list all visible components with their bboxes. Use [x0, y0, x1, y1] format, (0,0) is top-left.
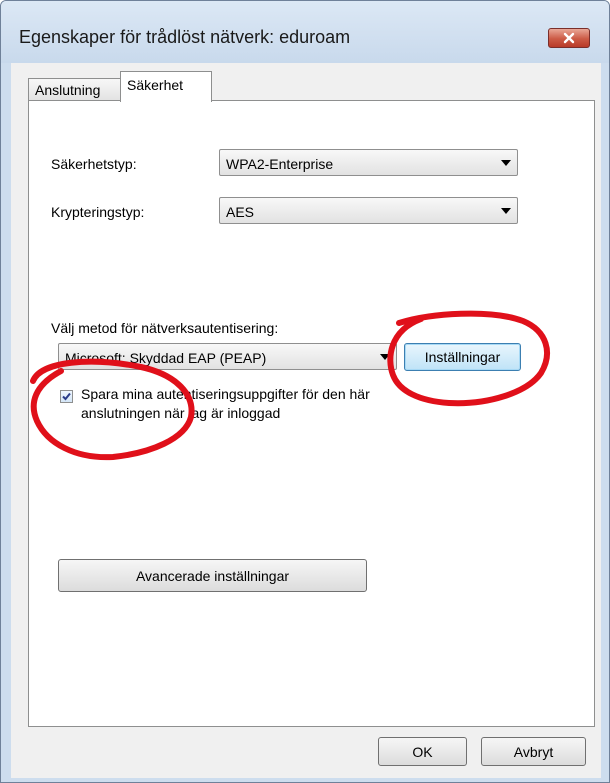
- ok-button[interactable]: OK: [378, 737, 467, 766]
- chevron-down-icon: [501, 160, 511, 166]
- security-type-label: Säkerhetstyp:: [51, 156, 137, 172]
- auth-method-select[interactable]: Microsoft: Skyddad EAP (PEAP): [58, 343, 397, 370]
- encryption-type-label: Krypteringstyp:: [51, 204, 145, 220]
- remember-credentials-line2: anslutningen när jag är inloggad: [81, 405, 281, 421]
- remember-credentials-checkbox[interactable]: [60, 390, 73, 403]
- security-type-value: WPA2-Enterprise: [226, 156, 334, 172]
- auth-method-label: Välj metod för nätverksautentisering:: [51, 320, 279, 336]
- cancel-button[interactable]: Avbryt: [481, 737, 586, 766]
- checkmark-icon: [62, 392, 71, 401]
- advanced-settings-button[interactable]: Avancerade inställningar: [58, 559, 367, 592]
- encryption-type-select[interactable]: AES: [219, 197, 518, 224]
- close-icon: [563, 32, 575, 44]
- settings-button[interactable]: Inställningar: [404, 343, 521, 371]
- tab-anslutning[interactable]: Anslutning: [28, 78, 122, 100]
- security-tab-panel: Säkerhetstyp: WPA2-Enterprise Kryptering…: [28, 100, 595, 727]
- dialog-client-area: Anslutning Säkerhet Säkerhetstyp: WPA2-E…: [11, 63, 601, 778]
- properties-dialog: Egenskaper för trådlöst nätverk: eduroam…: [0, 0, 610, 783]
- security-type-select[interactable]: WPA2-Enterprise: [219, 149, 518, 176]
- close-button[interactable]: [548, 28, 590, 48]
- chevron-down-icon: [501, 208, 511, 214]
- title-bar[interactable]: Egenskaper för trådlöst nätverk: eduroam: [1, 1, 609, 63]
- encryption-type-value: AES: [226, 204, 255, 220]
- tab-sakerhet[interactable]: Säkerhet: [120, 71, 212, 102]
- chevron-down-icon: [380, 354, 390, 360]
- remember-credentials-line1: Spara mina autentiseringsuppgifter för d…: [81, 386, 370, 402]
- auth-method-value: Microsoft: Skyddad EAP (PEAP): [65, 350, 267, 366]
- window-title: Egenskaper för trådlöst nätverk: eduroam: [19, 27, 351, 47]
